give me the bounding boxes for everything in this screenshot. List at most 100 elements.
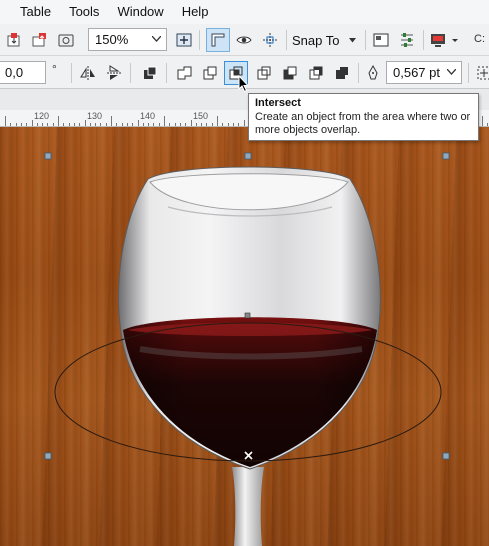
welcome-screen-icon[interactable] bbox=[369, 28, 393, 52]
ruler-tick bbox=[201, 123, 203, 126]
outline-width-value: 0,567 pt bbox=[393, 65, 440, 80]
zoom-level-value: 150% bbox=[95, 32, 129, 47]
toolbar-separator bbox=[358, 63, 359, 83]
rotation-angle-input[interactable]: 0,0 bbox=[0, 61, 46, 84]
options-icon[interactable] bbox=[395, 28, 419, 52]
glass-stem bbox=[232, 467, 264, 546]
menu-tools[interactable]: Tools bbox=[60, 0, 108, 24]
toolbar-separator bbox=[286, 30, 287, 50]
snap-to-label: Snap To bbox=[292, 32, 340, 48]
zoom-level-combo[interactable]: 150% bbox=[88, 28, 167, 51]
ruler-label: 120 bbox=[34, 111, 50, 121]
export-icon[interactable] bbox=[28, 28, 52, 52]
selection-handle bbox=[442, 152, 450, 160]
ruler-tick bbox=[227, 123, 229, 126]
publish-pdf-icon[interactable] bbox=[54, 28, 78, 52]
show-guidelines-icon[interactable] bbox=[258, 28, 282, 52]
ruler-tick bbox=[63, 123, 65, 126]
standard-toolbar: 150% Snap To C: bbox=[0, 24, 489, 56]
outline-pen-icon bbox=[364, 61, 382, 85]
ruler-tick bbox=[185, 123, 187, 126]
ruler-tick bbox=[68, 123, 70, 126]
ruler-tick bbox=[158, 123, 160, 126]
toolbar-separator bbox=[130, 63, 131, 83]
toolbar-separator bbox=[423, 30, 424, 50]
launch-app-icon[interactable] bbox=[428, 28, 462, 52]
toolbar-separator bbox=[199, 30, 200, 50]
selection-handle bbox=[244, 152, 252, 160]
show-rulers-icon[interactable] bbox=[206, 28, 230, 52]
ruler-tick bbox=[84, 120, 86, 126]
menu-bar: Table Tools Window Help bbox=[0, 0, 489, 24]
menu-table[interactable]: Table bbox=[0, 0, 60, 24]
ruler-tick bbox=[31, 120, 33, 126]
ruler-tick bbox=[121, 123, 123, 126]
create-boundary-icon[interactable] bbox=[330, 61, 354, 85]
front-minus-back-icon[interactable] bbox=[278, 61, 302, 85]
toolbar-separator bbox=[468, 63, 469, 83]
ruler-tick bbox=[174, 123, 176, 126]
toolbar-separator bbox=[71, 63, 72, 83]
ruler-label: 130 bbox=[87, 111, 103, 121]
ruler-tick bbox=[164, 116, 165, 126]
ruler-tick bbox=[153, 123, 155, 126]
toolbar-overflow-label: C: bbox=[474, 33, 485, 45]
chevron-down-icon bbox=[447, 69, 456, 75]
drawing-canvas[interactable] bbox=[0, 127, 489, 546]
combine-icon[interactable] bbox=[138, 61, 162, 85]
menu-help[interactable]: Help bbox=[173, 0, 218, 24]
canvas-artwork bbox=[44, 152, 450, 546]
ruler-tick bbox=[36, 123, 38, 126]
zoom-to-page-icon[interactable] bbox=[172, 28, 196, 52]
ellipse-node bbox=[244, 312, 251, 319]
simplify-icon[interactable] bbox=[252, 61, 276, 85]
ruler-tick bbox=[232, 123, 234, 126]
ruler-tick bbox=[243, 120, 245, 126]
trim-icon[interactable] bbox=[198, 61, 222, 85]
weld-icon[interactable] bbox=[172, 61, 196, 85]
ruler-tick bbox=[132, 123, 134, 126]
mirror-vertical-icon[interactable] bbox=[102, 61, 126, 85]
ruler-tick bbox=[190, 120, 192, 126]
ruler-tick bbox=[211, 123, 213, 126]
tooltip-title: Intersect bbox=[255, 97, 301, 109]
import-icon[interactable] bbox=[2, 28, 26, 52]
ruler-tick bbox=[148, 123, 150, 126]
ruler-tick bbox=[222, 123, 224, 126]
selection-handle bbox=[44, 452, 52, 460]
degree-unit: ° bbox=[52, 62, 57, 76]
outline-width-combo[interactable]: 0,567 pt bbox=[386, 61, 462, 84]
ruler-tick bbox=[137, 120, 139, 126]
ruler-tick bbox=[238, 123, 240, 126]
view-mode-eye-icon[interactable] bbox=[232, 28, 256, 52]
ruler-tick bbox=[100, 123, 102, 126]
ruler-tick bbox=[10, 123, 12, 126]
ruler-tick bbox=[195, 123, 197, 126]
ruler-label: 150 bbox=[193, 111, 209, 121]
ruler-label: 140 bbox=[140, 111, 156, 121]
ruler-tick bbox=[487, 123, 489, 126]
ruler-tick bbox=[126, 123, 128, 126]
ruler-tick bbox=[47, 123, 49, 126]
chevron-down-icon bbox=[152, 36, 161, 42]
rotation-angle-value: 0,0 bbox=[5, 65, 24, 80]
ruler-tick bbox=[58, 116, 59, 126]
ruler-tick bbox=[169, 123, 171, 126]
ruler-tick bbox=[73, 123, 75, 126]
ruler-tick bbox=[42, 123, 44, 126]
ruler-tick bbox=[89, 123, 91, 126]
ruler-tick bbox=[95, 123, 97, 126]
ruler-tick bbox=[217, 116, 218, 126]
selection-handle bbox=[442, 452, 450, 460]
ruler-tick bbox=[5, 116, 6, 126]
back-minus-front-icon[interactable] bbox=[304, 61, 328, 85]
ruler-tick bbox=[179, 123, 181, 126]
caret-down-icon bbox=[349, 37, 357, 42]
ruler-tick bbox=[26, 123, 28, 126]
menu-window[interactable]: Window bbox=[108, 0, 172, 24]
snap-to-dropdown[interactable]: Snap To bbox=[292, 28, 357, 52]
toolbar-separator bbox=[166, 63, 167, 83]
ruler-tick bbox=[15, 123, 17, 126]
mirror-horizontal-icon[interactable] bbox=[76, 61, 100, 85]
quick-customize-icon[interactable] bbox=[472, 61, 489, 85]
